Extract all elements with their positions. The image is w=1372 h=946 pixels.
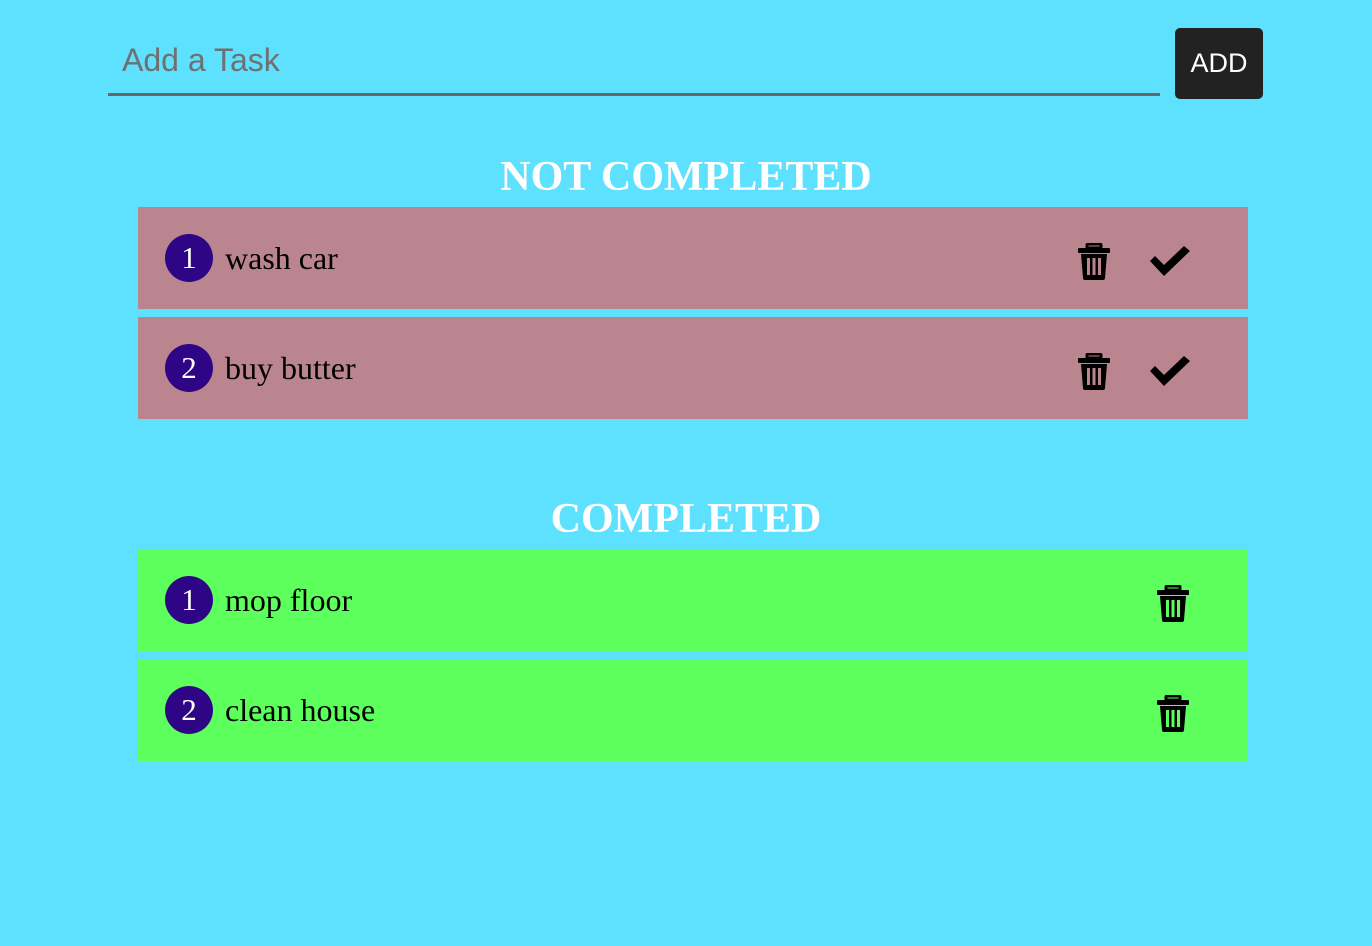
trash-icon[interactable] [1155,585,1191,623]
not-completed-heading: NOT COMPLETED [500,154,872,200]
task-text: clean house [225,692,376,728]
completed-list: 1 mop floor 2 clean house [138,549,1248,769]
checkmark-icon[interactable] [1149,245,1191,277]
task-number-badge: 1 [165,576,213,624]
not-completed-list: 1 wash car 2 buy butter [138,207,1248,427]
trash-icon[interactable] [1155,695,1191,733]
add-task-input[interactable] [108,28,1160,96]
checkmark-icon[interactable] [1149,355,1191,387]
trash-icon[interactable] [1076,353,1112,391]
list-item: 2 clean house [138,659,1248,761]
completed-heading: COMPLETED [550,496,822,542]
task-number-badge: 1 [165,234,213,282]
task-number-badge: 2 [165,344,213,392]
trash-icon[interactable] [1076,243,1112,281]
task-text: mop floor [225,582,353,618]
task-text: wash car [225,240,338,276]
add-button[interactable]: ADD [1175,28,1263,99]
task-text: buy butter [225,350,356,386]
task-number-badge: 2 [165,686,213,734]
list-item: 2 buy butter [138,317,1248,419]
list-item: 1 wash car [138,207,1248,309]
list-item: 1 mop floor [138,549,1248,651]
add-task-form: ADD [108,28,1263,99]
